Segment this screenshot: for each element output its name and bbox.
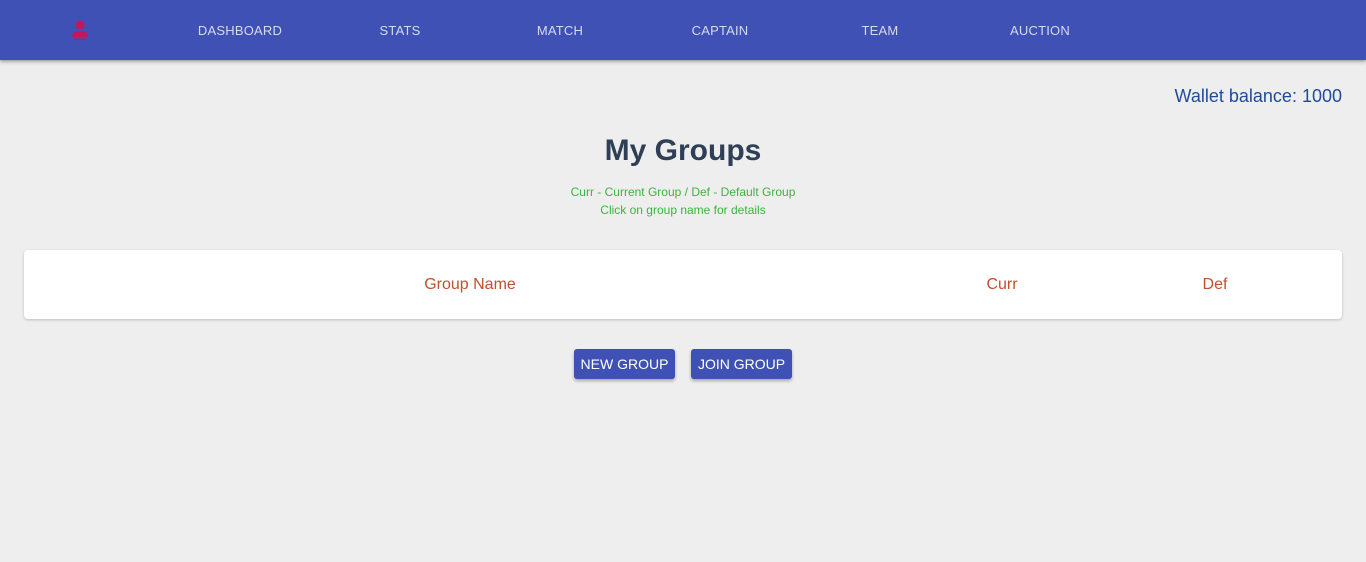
top-app-bar: DASHBOARD STATS MATCH CAPTAIN TEAM AUCTI… (0, 0, 1366, 60)
groups-table: Group Name Curr Def (24, 250, 1342, 319)
nav-captain[interactable]: CAPTAIN (640, 0, 800, 60)
wallet-balance: Wallet balance: 1000 (1174, 86, 1342, 106)
legend-hint: Curr - Current Group / Def - Default Gro… (570, 185, 796, 199)
nav-auction[interactable]: AUCTION (960, 0, 1120, 60)
page-title: My Groups (604, 134, 762, 167)
join-group-button[interactable]: JOIN GROUP (691, 349, 792, 379)
new-group-button[interactable]: NEW GROUP (574, 349, 675, 379)
profile-button[interactable] (64, 14, 96, 46)
details-hint: Click on group name for details (600, 203, 766, 217)
nav-match[interactable]: MATCH (480, 0, 640, 60)
column-header-curr: Curr (986, 275, 1018, 293)
column-header-def: Def (1202, 275, 1228, 293)
person-icon (72, 20, 88, 40)
nav-dashboard[interactable]: DASHBOARD (160, 0, 320, 60)
column-header-group-name: Group Name (424, 275, 516, 293)
nav-team[interactable]: TEAM (800, 0, 960, 60)
nav-stats[interactable]: STATS (320, 0, 480, 60)
